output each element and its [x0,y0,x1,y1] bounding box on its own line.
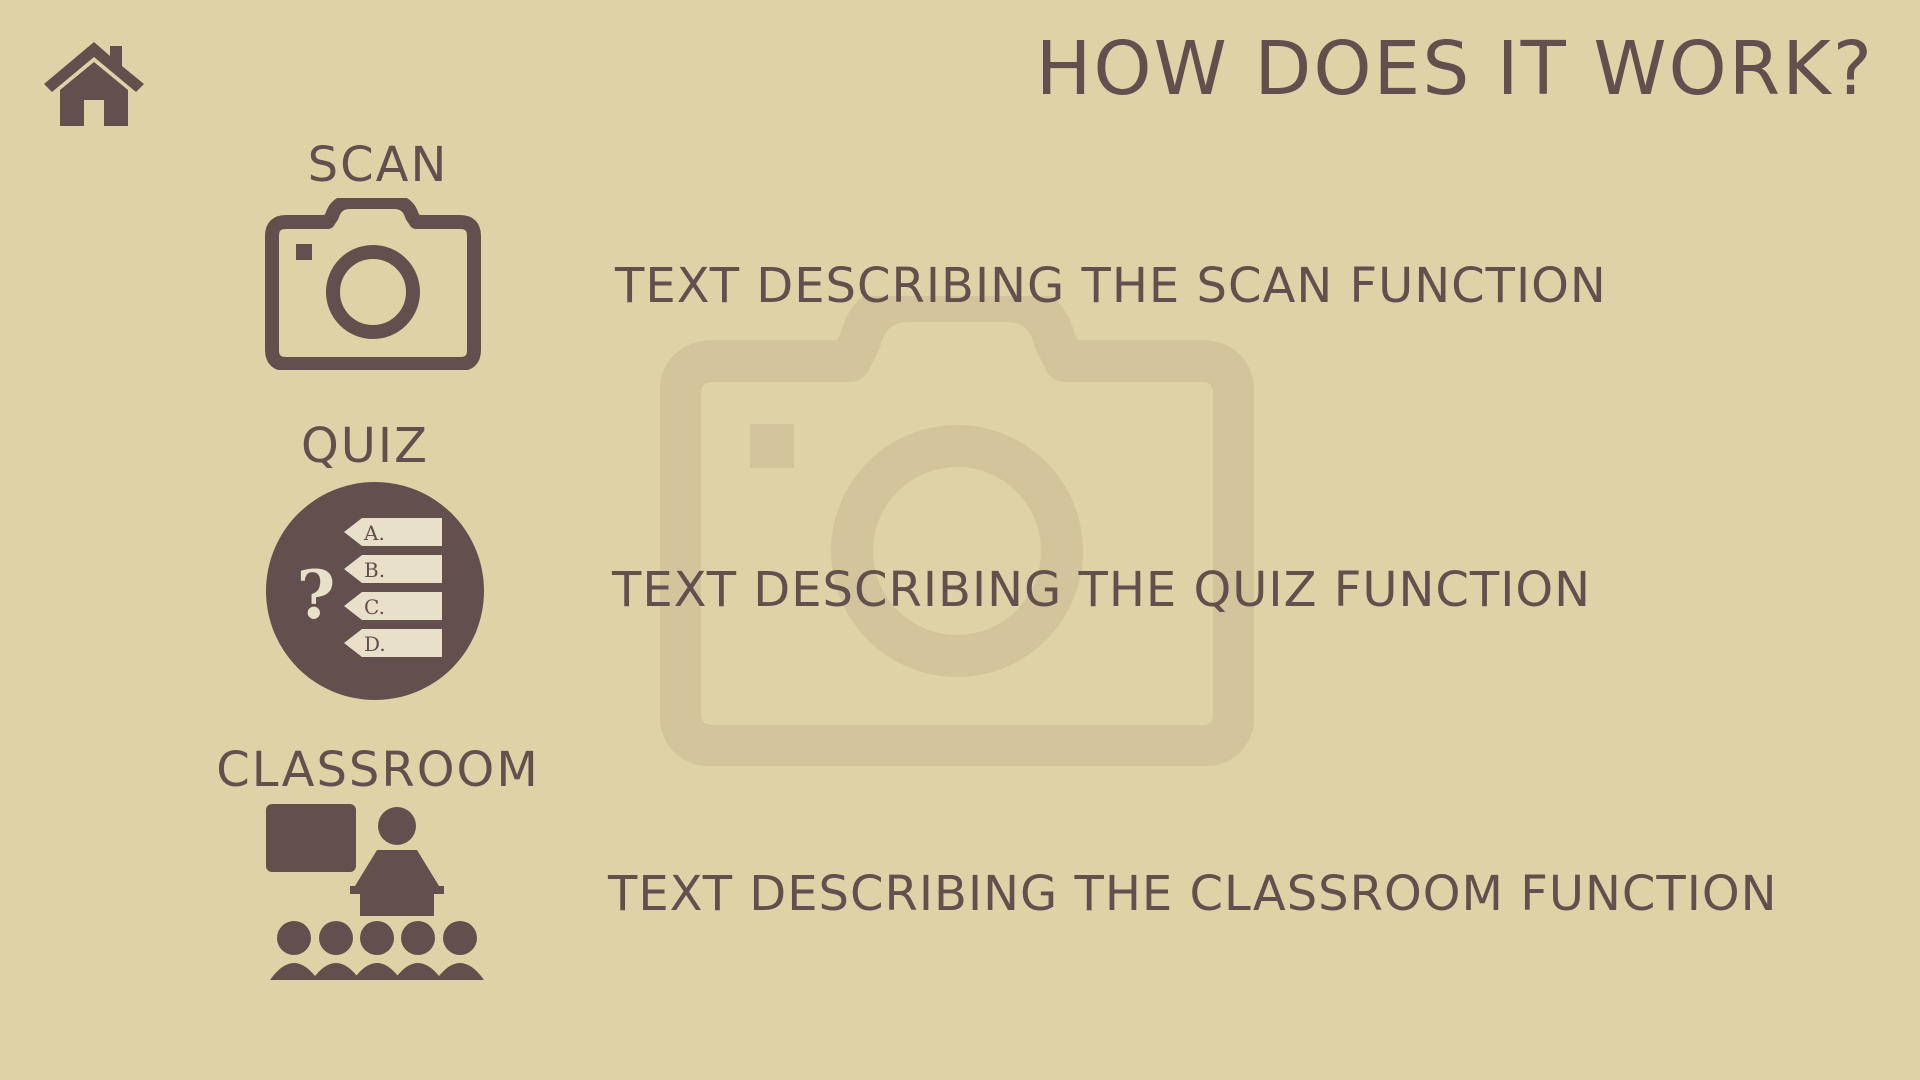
quiz-icon[interactable]: ? A. B. C. D. [264,480,486,702]
scan-label: SCAN [307,137,449,193]
quiz-option-b: B. [364,558,385,582]
classroom-icon[interactable] [264,802,488,982]
camera-watermark-icon [660,296,1254,766]
quiz-option-d: D. [364,632,386,656]
quiz-description: TEXT DESCRIBING THE QUIZ FUNCTION [612,562,1592,618]
question-mark: ? [297,556,336,634]
camera-icon[interactable] [264,198,482,370]
page-title: HOW DOES IT WORK? [1035,26,1874,112]
quiz-label: QUIZ [301,418,429,474]
classroom-label: CLASSROOM [216,742,540,798]
home-icon[interactable] [42,40,146,128]
quiz-option-a: A. [363,521,385,545]
quiz-option-c: C. [364,595,385,619]
scan-description: TEXT DESCRIBING THE SCAN FUNCTION [615,258,1607,314]
how-it-works-screen: HOW DOES IT WORK? SCAN TEXT DESCRIBING T… [0,0,1920,1080]
classroom-description: TEXT DESCRIBING THE CLASSROOM FUNCTION [608,866,1778,922]
